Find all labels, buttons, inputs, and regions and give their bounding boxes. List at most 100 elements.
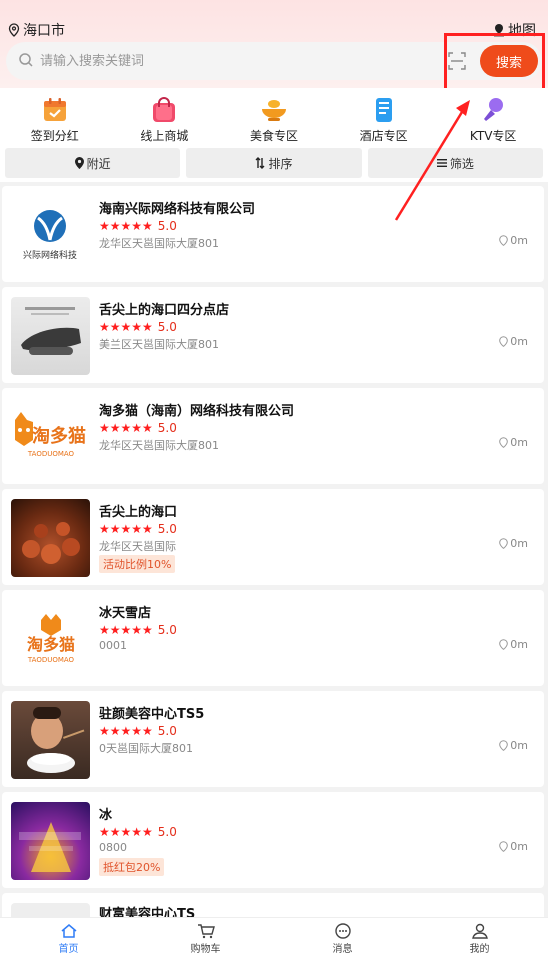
shop-logo: 兴际网络科技 — [11, 196, 90, 274]
microphone-icon — [484, 98, 504, 121]
location-outline-icon — [499, 639, 509, 650]
filter-nearby[interactable]: 附近 — [5, 148, 181, 178]
filter-icon — [436, 159, 447, 167]
category-bar: 签到分红 线上商城 美食专区 酒店专区 KTV专区 — [0, 88, 548, 146]
rating-score: 5.0 — [157, 421, 177, 435]
category-ktv[interactable]: KTV专区 — [438, 88, 548, 146]
shop-name: 冰天雪店 — [99, 606, 152, 621]
tab-label: 消息 — [332, 944, 353, 955]
location-pin-icon — [74, 157, 84, 169]
shop-rating: ★★★★★ 5.0 — [99, 623, 177, 637]
shop-name: 冰 — [99, 808, 113, 823]
tab-label: 首页 — [58, 944, 79, 955]
shop-rating: ★★★★★ 5.0 — [99, 825, 177, 839]
filter-label: 筛选 — [449, 156, 474, 171]
shopping-bag-icon — [153, 97, 176, 122]
shop-image — [11, 499, 90, 577]
tab-profile[interactable]: 我的 — [411, 918, 548, 960]
category-food[interactable]: 美食专区 — [219, 88, 329, 146]
shop-address: 0800 — [99, 841, 127, 854]
rating-score: 5.0 — [157, 320, 177, 334]
food-bowl-icon — [261, 100, 286, 121]
rating-score: 5.0 — [157, 825, 177, 839]
shop-address: 0001 — [99, 639, 127, 652]
shop-card[interactable]: 淘多猫 TAODUOMAO 冰天雪店 ★★★★★ 5.0 0001 0m — [2, 590, 544, 686]
star-icon: ★★★★★ — [99, 421, 153, 435]
shop-card[interactable]: 淘多猫 TAODUOMAO 淘多猫（海南）网络科技有限公司 ★★★★★ 5.0 龙… — [2, 388, 544, 484]
rating-score: 5.0 — [157, 522, 177, 536]
star-icon: ★★★★★ — [99, 724, 153, 738]
calendar-icon — [43, 98, 66, 121]
shop-address: 龙华区天邕国际大厦801 — [99, 439, 219, 452]
shop-image — [11, 802, 90, 880]
shop-address: 龙华区天邕国际 — [99, 540, 176, 553]
city-label: 海口市 — [23, 23, 65, 39]
shop-logo: 淘多猫 TAODUOMAO — [11, 600, 90, 678]
location-outline-icon — [499, 437, 509, 448]
shop-card[interactable]: 舌尖上的海口四分点店 ★★★★★ 5.0 美兰区天邕国际大厦801 0m — [2, 287, 544, 383]
shop-card[interactable]: 驻颜美容中心TS5 ★★★★★ 5.0 0天邕国际大厦801 0m — [2, 691, 544, 787]
shop-address: 龙华区天邕国际大厦801 — [99, 237, 219, 250]
home-icon — [61, 924, 76, 938]
shop-logo-subtext: TAODUOMAO — [27, 450, 75, 458]
shop-name: 舌尖上的海口 — [99, 505, 178, 520]
location-outline-icon — [499, 336, 509, 347]
shop-address: 美兰区天邕国际大厦801 — [99, 338, 219, 351]
location-outline-icon — [499, 538, 509, 549]
shop-logo: 淘多猫 TAODUOMAO — [11, 398, 90, 476]
search-input[interactable] — [40, 42, 420, 80]
star-icon: ★★★★★ — [99, 825, 153, 839]
shop-image — [11, 297, 90, 375]
star-icon: ★★★★★ — [99, 623, 153, 637]
rating-score: 5.0 — [157, 219, 177, 233]
shop-logo-text: 淘多猫 — [32, 425, 86, 447]
shop-name: 海南兴际网络科技有限公司 — [99, 202, 256, 217]
star-icon: ★★★★★ — [99, 320, 153, 334]
promo-tag: 抵红包20% — [99, 858, 165, 876]
tab-home[interactable]: 首页 — [0, 918, 137, 960]
city-selector[interactable]: 海口市 — [8, 20, 65, 40]
shop-card[interactable]: 舌尖上的海口 ★★★★★ 5.0 龙华区天邕国际 活动比例10% 0m — [2, 489, 544, 585]
bottom-tab-bar: 首页 购物车 消息 我的 — [0, 917, 548, 960]
shop-distance: 0m — [499, 638, 528, 651]
location-outline-icon — [499, 235, 509, 246]
shop-card[interactable]: 冰 ★★★★★ 5.0 0800 抵红包20% 0m — [2, 792, 544, 888]
filter-sort[interactable]: 排序 — [186, 148, 362, 178]
category-mall[interactable]: 线上商城 — [110, 88, 220, 146]
category-hotel[interactable]: 酒店专区 — [329, 88, 439, 146]
search-icon — [19, 53, 33, 67]
location-outline-icon — [499, 841, 509, 852]
annotation-highlight-box — [444, 33, 545, 91]
star-icon: ★★★★★ — [99, 522, 153, 536]
shop-name: 舌尖上的海口四分点店 — [99, 303, 230, 318]
filter-label: 排序 — [268, 156, 293, 171]
rating-score: 5.0 — [157, 623, 177, 637]
rating-score: 5.0 — [157, 724, 177, 738]
shop-rating: ★★★★★ 5.0 — [99, 219, 177, 233]
filter-screen[interactable]: 筛选 — [367, 148, 543, 178]
promo-tag: 活动比例10% — [99, 555, 176, 573]
category-label: 酒店专区 — [359, 129, 408, 143]
message-icon — [334, 923, 351, 939]
tab-messages[interactable]: 消息 — [274, 918, 411, 960]
category-checkin[interactable]: 签到分红 — [0, 88, 110, 146]
location-pin-icon — [8, 23, 20, 37]
shop-address: 0天邕国际大厦801 — [99, 742, 193, 755]
tab-label: 我的 — [469, 944, 490, 955]
user-icon — [471, 923, 488, 939]
tab-label: 购物车 — [190, 944, 221, 955]
filter-label: 附近 — [86, 156, 111, 171]
shop-name: 驻颜美容中心TS5 — [99, 707, 205, 722]
shop-name: 淘多猫（海南）网络科技有限公司 — [99, 404, 295, 419]
shop-logo-text: 兴际网络科技 — [23, 249, 77, 261]
tab-cart[interactable]: 购物车 — [137, 918, 274, 960]
shop-card[interactable]: 兴际网络科技 海南兴际网络科技有限公司 ★★★★★ 5.0 龙华区天邕国际大厦80… — [2, 186, 544, 282]
shop-logo-text: 淘多猫 — [27, 635, 75, 654]
shop-distance: 0m — [499, 335, 528, 348]
sort-icon — [255, 157, 265, 169]
shop-logo-subtext: TAODUOMAO — [27, 656, 75, 664]
category-label: 签到分红 — [30, 129, 79, 143]
shop-image — [11, 701, 90, 779]
category-label: 美食专区 — [249, 129, 298, 143]
shop-rating: ★★★★★ 5.0 — [99, 724, 177, 738]
